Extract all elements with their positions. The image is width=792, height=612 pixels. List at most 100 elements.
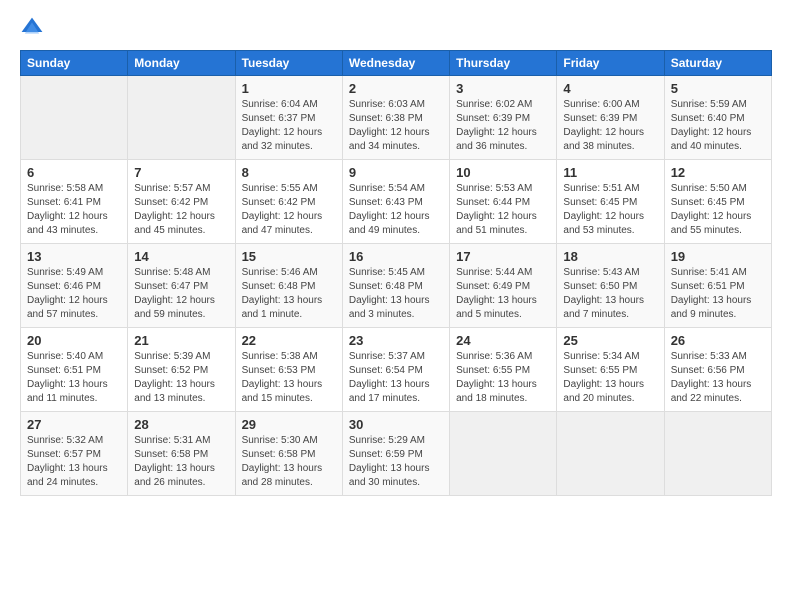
day-number: 30 [349, 417, 443, 432]
logo [20, 16, 48, 40]
day-info: Sunrise: 6:00 AM Sunset: 6:39 PM Dayligh… [563, 98, 657, 154]
calendar-cell [557, 412, 664, 496]
day-number: 28 [134, 417, 228, 432]
calendar-header-cell: Sunday [21, 51, 128, 76]
calendar-cell: 24 Sunrise: 5:36 AM Sunset: 6:55 PM Dayli… [450, 328, 557, 412]
header [20, 16, 772, 40]
day-info: Sunrise: 5:40 AM Sunset: 6:51 PM Dayligh… [27, 350, 121, 406]
calendar-cell: 7Sunrise: 5:57 AM Sunset: 6:42 PM Daylig… [128, 160, 235, 244]
calendar-cell: 26 Sunrise: 5:33 AM Sunset: 6:56 PM Dayli… [664, 328, 771, 412]
day-info: Sunrise: 5:32 AM Sunset: 6:57 PM Dayligh… [27, 434, 121, 490]
day-info: Sunrise: 5:37 AM Sunset: 6:54 PM Dayligh… [349, 350, 443, 406]
day-info: Sunrise: 5:30 AM Sunset: 6:58 PM Dayligh… [242, 434, 336, 490]
day-info: Sunrise: 6:03 AM Sunset: 6:38 PM Dayligh… [349, 98, 443, 154]
calendar-cell: 20 Sunrise: 5:40 AM Sunset: 6:51 PM Dayli… [21, 328, 128, 412]
calendar-cell: 1Sunrise: 6:04 AM Sunset: 6:37 PM Daylig… [235, 76, 342, 160]
calendar-cell: 19 Sunrise: 5:41 AM Sunset: 6:51 PM Dayli… [664, 244, 771, 328]
calendar-header: SundayMondayTuesdayWednesdayThursdayFrid… [21, 51, 772, 76]
day-number: 5 [671, 81, 765, 96]
day-number: 8 [242, 165, 336, 180]
day-info: Sunrise: 5:31 AM Sunset: 6:58 PM Dayligh… [134, 434, 228, 490]
calendar-cell: 23 Sunrise: 5:37 AM Sunset: 6:54 PM Dayli… [342, 328, 449, 412]
day-info: Sunrise: 5:59 AM Sunset: 6:40 PM Dayligh… [671, 98, 765, 154]
page: SundayMondayTuesdayWednesdayThursdayFrid… [0, 0, 792, 612]
day-number: 14 [134, 249, 228, 264]
day-number: 6 [27, 165, 121, 180]
day-info: Sunrise: 5:53 AM Sunset: 6:44 PM Dayligh… [456, 182, 550, 238]
calendar-cell: 10 Sunrise: 5:53 AM Sunset: 6:44 PM Dayli… [450, 160, 557, 244]
calendar-cell: 15Sunrise: 5:46 AM Sunset: 6:48 PM Dayli… [235, 244, 342, 328]
calendar-cell [664, 412, 771, 496]
day-info: Sunrise: 5:54 AM Sunset: 6:43 PM Dayligh… [349, 182, 443, 238]
day-number: 17 [456, 249, 550, 264]
day-number: 25 [563, 333, 657, 348]
calendar-cell: 11 Sunrise: 5:51 AM Sunset: 6:45 PM Dayli… [557, 160, 664, 244]
calendar-header-cell: Tuesday [235, 51, 342, 76]
calendar-cell [128, 76, 235, 160]
calendar-cell: 14 Sunrise: 5:48 AM Sunset: 6:47 PM Dayli… [128, 244, 235, 328]
calendar-week-row: 27 Sunrise: 5:32 AM Sunset: 6:57 PM Dayli… [21, 412, 772, 496]
calendar-header-cell: Wednesday [342, 51, 449, 76]
day-number: 11 [563, 165, 657, 180]
day-number: 10 [456, 165, 550, 180]
day-number: 26 [671, 333, 765, 348]
day-number: 24 [456, 333, 550, 348]
day-number: 22 [242, 333, 336, 348]
day-info: Sunrise: 5:45 AM Sunset: 6:48 PM Dayligh… [349, 266, 443, 322]
day-number: 21 [134, 333, 228, 348]
calendar-cell: 5 Sunrise: 5:59 AM Sunset: 6:40 PM Daylig… [664, 76, 771, 160]
calendar-week-row: 13 Sunrise: 5:49 AM Sunset: 6:46 PM Dayli… [21, 244, 772, 328]
day-number: 4 [563, 81, 657, 96]
calendar-cell [21, 76, 128, 160]
day-number: 12 [671, 165, 765, 180]
calendar-header-cell: Monday [128, 51, 235, 76]
calendar-cell: 27 Sunrise: 5:32 AM Sunset: 6:57 PM Dayli… [21, 412, 128, 496]
calendar-cell: 12Sunrise: 5:50 AM Sunset: 6:45 PM Dayli… [664, 160, 771, 244]
day-info: Sunrise: 5:29 AM Sunset: 6:59 PM Dayligh… [349, 434, 443, 490]
day-info: Sunrise: 5:41 AM Sunset: 6:51 PM Dayligh… [671, 266, 765, 322]
day-info: Sunrise: 5:33 AM Sunset: 6:56 PM Dayligh… [671, 350, 765, 406]
calendar-cell: 29Sunrise: 5:30 AM Sunset: 6:58 PM Dayli… [235, 412, 342, 496]
calendar-cell: 3 Sunrise: 6:02 AM Sunset: 6:39 PM Daylig… [450, 76, 557, 160]
day-info: Sunrise: 6:02 AM Sunset: 6:39 PM Dayligh… [456, 98, 550, 154]
day-number: 13 [27, 249, 121, 264]
calendar-body: 1Sunrise: 6:04 AM Sunset: 6:37 PM Daylig… [21, 76, 772, 496]
calendar-cell: 4 Sunrise: 6:00 AM Sunset: 6:39 PM Daylig… [557, 76, 664, 160]
calendar-cell: 30 Sunrise: 5:29 AM Sunset: 6:59 PM Dayli… [342, 412, 449, 496]
day-number: 19 [671, 249, 765, 264]
day-info: Sunrise: 5:58 AM Sunset: 6:41 PM Dayligh… [27, 182, 121, 238]
day-number: 20 [27, 333, 121, 348]
calendar-week-row: 6 Sunrise: 5:58 AM Sunset: 6:41 PM Daylig… [21, 160, 772, 244]
calendar-cell: 22Sunrise: 5:38 AM Sunset: 6:53 PM Dayli… [235, 328, 342, 412]
calendar-week-row: 1Sunrise: 6:04 AM Sunset: 6:37 PM Daylig… [21, 76, 772, 160]
calendar-cell: 8Sunrise: 5:55 AM Sunset: 6:42 PM Daylig… [235, 160, 342, 244]
calendar-cell: 28 Sunrise: 5:31 AM Sunset: 6:58 PM Dayli… [128, 412, 235, 496]
calendar-cell: 25Sunrise: 5:34 AM Sunset: 6:55 PM Dayli… [557, 328, 664, 412]
calendar-cell: 16 Sunrise: 5:45 AM Sunset: 6:48 PM Dayli… [342, 244, 449, 328]
day-number: 3 [456, 81, 550, 96]
day-info: Sunrise: 5:43 AM Sunset: 6:50 PM Dayligh… [563, 266, 657, 322]
calendar-header-row: SundayMondayTuesdayWednesdayThursdayFrid… [21, 51, 772, 76]
calendar-cell: 21 Sunrise: 5:39 AM Sunset: 6:52 PM Dayli… [128, 328, 235, 412]
calendar-header-cell: Thursday [450, 51, 557, 76]
calendar-header-cell: Friday [557, 51, 664, 76]
day-info: Sunrise: 5:39 AM Sunset: 6:52 PM Dayligh… [134, 350, 228, 406]
day-info: Sunrise: 5:48 AM Sunset: 6:47 PM Dayligh… [134, 266, 228, 322]
calendar-cell: 18Sunrise: 5:43 AM Sunset: 6:50 PM Dayli… [557, 244, 664, 328]
day-number: 15 [242, 249, 336, 264]
logo-icon [20, 16, 44, 40]
day-info: Sunrise: 5:49 AM Sunset: 6:46 PM Dayligh… [27, 266, 121, 322]
calendar-cell: 6 Sunrise: 5:58 AM Sunset: 6:41 PM Daylig… [21, 160, 128, 244]
day-info: Sunrise: 5:36 AM Sunset: 6:55 PM Dayligh… [456, 350, 550, 406]
day-number: 7 [134, 165, 228, 180]
day-number: 16 [349, 249, 443, 264]
day-number: 27 [27, 417, 121, 432]
day-info: Sunrise: 5:44 AM Sunset: 6:49 PM Dayligh… [456, 266, 550, 322]
calendar: SundayMondayTuesdayWednesdayThursdayFrid… [20, 50, 772, 496]
day-number: 23 [349, 333, 443, 348]
calendar-week-row: 20 Sunrise: 5:40 AM Sunset: 6:51 PM Dayli… [21, 328, 772, 412]
day-info: Sunrise: 5:51 AM Sunset: 6:45 PM Dayligh… [563, 182, 657, 238]
calendar-cell: 13 Sunrise: 5:49 AM Sunset: 6:46 PM Dayli… [21, 244, 128, 328]
day-number: 2 [349, 81, 443, 96]
calendar-cell: 9Sunrise: 5:54 AM Sunset: 6:43 PM Daylig… [342, 160, 449, 244]
